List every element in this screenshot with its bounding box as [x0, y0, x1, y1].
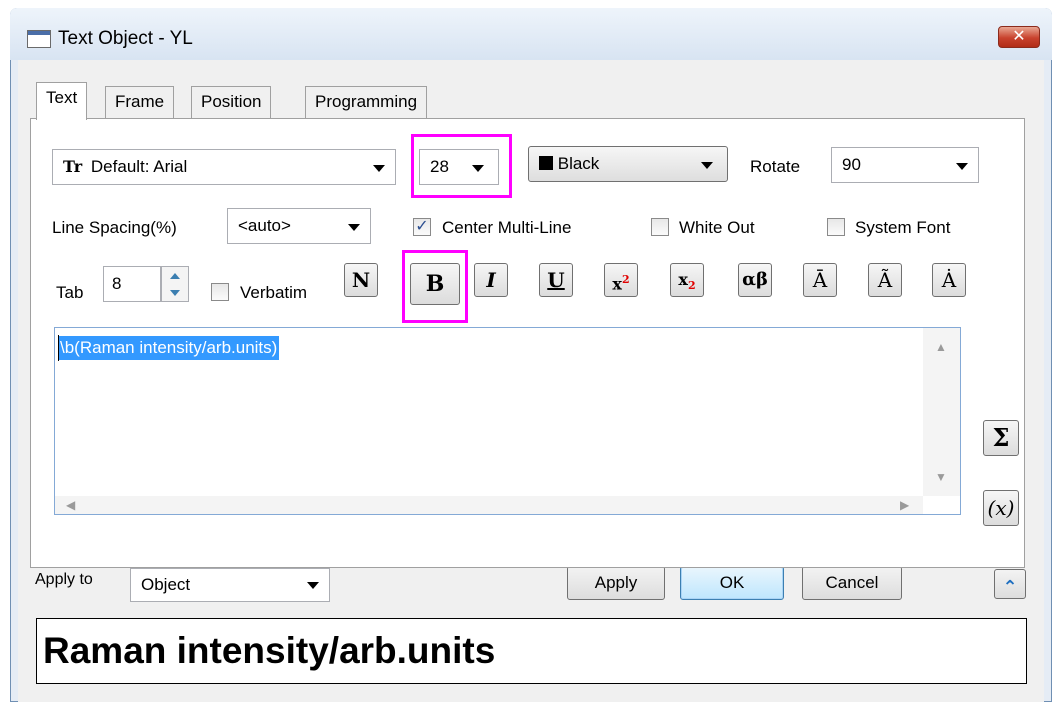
apply-to-dropdown[interactable]: Object	[130, 568, 330, 602]
editor-selected-text[interactable]: \b(Raman intensity/arb.units)	[58, 336, 280, 360]
tab-text[interactable]: Text	[36, 82, 88, 120]
truetype-font-icon: Tr	[63, 157, 83, 176]
double-chevron-up-icon: ⌃	[1002, 577, 1018, 597]
horizontal-scrollbar[interactable]	[55, 496, 923, 514]
collapse-button[interactable]: ⌃	[994, 569, 1026, 599]
dot-accent-button[interactable]: Ȧ	[932, 263, 966, 297]
color-value: Black	[557, 154, 600, 173]
close-button[interactable]: ✕	[998, 26, 1040, 48]
tab-frame[interactable]: Frame	[105, 86, 175, 118]
size-highlight-box	[411, 134, 512, 198]
color-dropdown[interactable]: Black	[528, 146, 728, 182]
line-spacing-dropdown[interactable]: <auto>	[227, 208, 371, 244]
underline-button[interactable]: U	[539, 263, 573, 297]
line-spacing-label: Line Spacing(%)	[52, 218, 177, 237]
chevron-down-icon	[956, 163, 968, 170]
color-swatch	[539, 156, 553, 170]
ok-button[interactable]: OK	[680, 566, 784, 600]
normal-text-button[interactable]: N	[344, 263, 378, 297]
tilde-button[interactable]: Ã	[868, 263, 902, 297]
overbar-button[interactable]: Ā	[803, 263, 837, 297]
white-out-label: White Out	[679, 218, 755, 237]
spin-down-icon	[170, 290, 180, 296]
chevron-down-icon	[373, 165, 385, 172]
subscript-button[interactable]: x2	[670, 263, 704, 297]
subscript-exp: 2	[687, 279, 696, 293]
superscript-exp: 2	[621, 273, 630, 286]
text-cursor	[58, 335, 59, 361]
italic-button[interactable]: I	[474, 263, 508, 297]
apply-to-label: Apply to	[35, 571, 93, 588]
scroll-right-icon[interactable]: ▶	[900, 498, 909, 512]
center-multi-line-checkbox[interactable]: ✓	[413, 218, 431, 236]
superscript-button[interactable]: x2	[604, 263, 638, 297]
greek-button[interactable]: αβ	[738, 263, 772, 297]
chevron-down-icon	[701, 162, 713, 169]
bold-highlight-box	[402, 250, 468, 323]
tab-stop-value: 8	[112, 274, 122, 293]
rotate-value: 90	[842, 155, 861, 174]
subscript-base: x	[678, 270, 688, 289]
apply-button[interactable]: Apply	[567, 566, 665, 600]
chevron-down-icon	[348, 224, 360, 231]
center-multi-line-label: Center Multi-Line	[442, 218, 572, 237]
system-font-label: System Font	[855, 218, 951, 237]
font-value: Default: Arial	[90, 157, 188, 176]
preview-box: Raman intensity/arb.units	[36, 618, 1027, 684]
tab-position[interactable]: Position	[191, 86, 272, 118]
window-title: Text Object - YL	[58, 28, 193, 49]
font-dropdown[interactable]: Tr Default: Arial	[52, 149, 396, 185]
sigma-button[interactable]: Σ	[983, 420, 1019, 456]
chevron-down-icon	[307, 582, 319, 589]
tab-spinner[interactable]	[161, 266, 189, 302]
app-window-icon	[27, 30, 51, 48]
cancel-button[interactable]: Cancel	[802, 566, 902, 600]
apply-to-value: Object	[141, 575, 191, 594]
white-out-checkbox[interactable]	[651, 218, 669, 236]
tab-stop-input[interactable]: 8	[103, 266, 161, 302]
verbatim-checkbox[interactable]	[211, 283, 229, 301]
tab-label: Tab	[56, 283, 84, 302]
spin-up-icon	[170, 273, 180, 279]
scroll-up-icon[interactable]: ▲	[935, 340, 947, 354]
system-font-checkbox[interactable]	[827, 218, 845, 236]
scroll-down-icon[interactable]: ▼	[935, 470, 947, 484]
rotate-label: Rotate	[750, 157, 801, 176]
rotate-dropdown[interactable]: 90	[831, 147, 979, 183]
scroll-left-icon[interactable]: ◀	[66, 498, 75, 512]
superscript-base: x	[612, 274, 622, 294]
tab-programming[interactable]: Programming	[305, 86, 428, 118]
variable-insert-button[interactable]: (x)	[983, 490, 1019, 526]
verbatim-label: Verbatim	[240, 283, 308, 302]
line-spacing-value: <auto>	[238, 216, 291, 235]
